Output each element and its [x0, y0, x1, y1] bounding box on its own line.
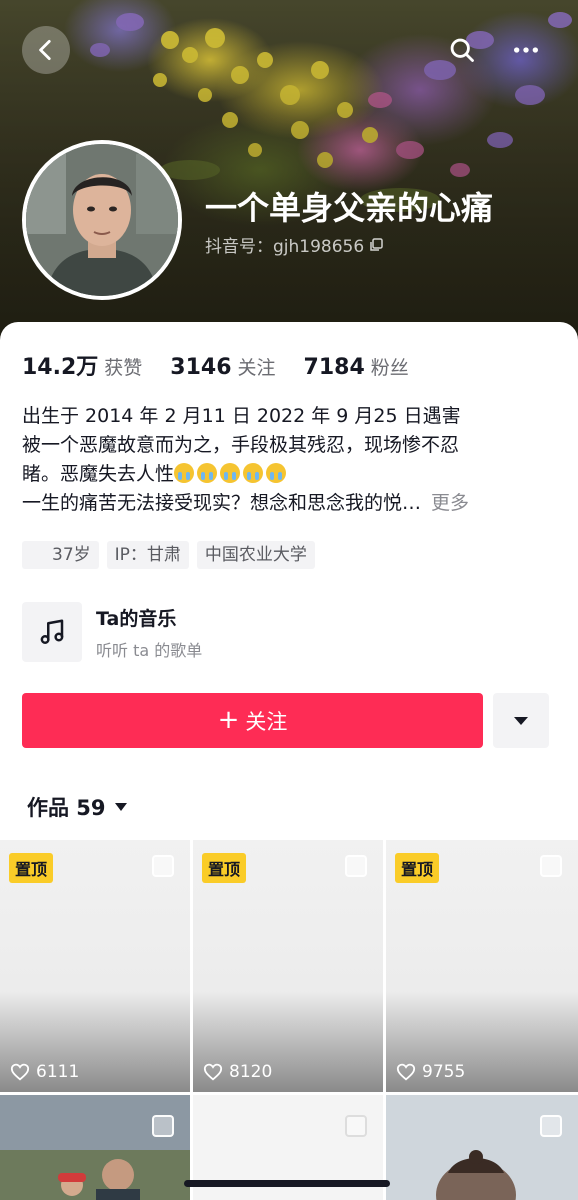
plus-icon: +	[217, 704, 240, 735]
pinned-badge: 置顶	[202, 853, 247, 883]
stat-likes-label: 获赞	[104, 357, 143, 379]
video-tile[interactable]: 置顶 9755	[386, 840, 578, 1092]
follow-button[interactable]: + 关注	[22, 693, 483, 748]
stat-followers[interactable]: 7184 粉丝	[304, 353, 409, 380]
tab-works[interactable]: 作品 59	[27, 792, 128, 822]
search-icon	[450, 38, 474, 62]
douyin-id[interactable]: 抖音号：gjh198656	[205, 232, 384, 257]
select-checkbox[interactable]	[540, 855, 562, 877]
bio-line-4-text: 一生的痛苦无法接受现实？想念和思念我的悦…	[22, 492, 422, 514]
heart-icon	[10, 1063, 30, 1081]
stat-following-label: 关注	[237, 357, 276, 379]
select-checkbox[interactable]	[345, 1115, 367, 1137]
video-likes: 8120	[203, 1062, 272, 1082]
recommend-dropdown-button[interactable]	[493, 693, 549, 748]
tag-age: 37岁	[22, 541, 99, 569]
music-entry[interactable]: Ta的音乐 听听 ta 的歌单	[22, 602, 202, 662]
select-checkbox[interactable]	[152, 1115, 174, 1137]
more-options-button[interactable]	[502, 26, 550, 74]
crying-emoji-icon	[197, 463, 218, 483]
tag-ip: IP：甘肃	[106, 541, 189, 569]
stat-followers-value: 7184	[303, 355, 365, 380]
bio-line-2: 被一个恶魔故意而为之，手段极其残忍，现场惨不忍	[22, 434, 460, 456]
tag-school[interactable]: 中国农业大学	[196, 541, 315, 569]
select-checkbox[interactable]	[152, 855, 174, 877]
bio-line-3: 睹。恶魔失去人性	[22, 460, 558, 489]
music-icon-box	[22, 602, 82, 662]
copy-icon[interactable]	[368, 237, 384, 253]
profile-name: 一个单身父亲的心痛	[205, 189, 494, 227]
pinned-badge: 置顶	[9, 853, 54, 883]
avatar-photo	[26, 144, 178, 296]
follow-label: 关注	[245, 709, 288, 734]
profile-card: 14.2万 获赞 3146 关注 7184 粉丝 出生于 2014 年 2 月1…	[0, 322, 578, 1200]
stat-following-value: 3146	[170, 355, 232, 380]
caret-down-icon	[114, 803, 127, 811]
heart-icon	[203, 1063, 223, 1081]
avatar[interactable]	[22, 140, 182, 300]
search-button[interactable]	[438, 26, 486, 74]
works-tab-label: 作品 59	[27, 796, 106, 820]
caret-down-icon	[514, 716, 528, 725]
video-tile[interactable]	[0, 1095, 190, 1200]
bio-line-3-text: 睹。恶魔失去人性	[22, 463, 175, 485]
video-likes: 9755	[396, 1062, 465, 1082]
video-thumbnail	[0, 1095, 190, 1200]
douyin-id-text: 抖音号：gjh198656	[205, 237, 365, 257]
more-dots-icon	[513, 47, 539, 53]
video-likes-count: 9755	[422, 1062, 466, 1082]
stat-following[interactable]: 3146 关注	[170, 353, 275, 380]
heart-icon	[396, 1063, 416, 1081]
crying-emoji-icon	[174, 463, 195, 483]
video-tile[interactable]: 置顶 6111	[0, 840, 190, 1092]
crying-emoji-icon	[243, 463, 264, 483]
profile-bio[interactable]: 出生于 2014 年 2 月11 日 2022 年 9 月25 日遇害 被一个恶…	[22, 402, 558, 518]
video-tile[interactable]: 置顶 8120	[193, 840, 383, 1092]
music-title: Ta的音乐	[96, 607, 177, 630]
video-likes: 6111	[10, 1062, 79, 1082]
video-thumbnail	[386, 1095, 578, 1200]
bio-line-4: 一生的痛苦无法接受现实？想念和思念我的悦… 更多	[22, 489, 558, 518]
music-subtitle: 听听 ta 的歌单	[96, 640, 203, 660]
music-note-icon	[40, 619, 64, 644]
video-tile[interactable]	[386, 1095, 578, 1200]
bio-more-link[interactable]: 更多	[431, 492, 469, 514]
stat-likes[interactable]: 14.2万 获赞	[22, 349, 142, 381]
select-checkbox[interactable]	[345, 855, 367, 877]
profile-tags: 37岁 IP：甘肃 中国农业大学	[22, 541, 315, 569]
pinned-badge: 置顶	[395, 853, 440, 883]
bio-line-1: 出生于 2014 年 2 月11 日 2022 年 9 月25 日遇害	[22, 405, 461, 427]
chevron-left-icon	[39, 39, 51, 61]
video-likes-count: 6111	[36, 1062, 80, 1082]
home-indicator[interactable]	[184, 1180, 390, 1187]
stat-followers-label: 粉丝	[370, 357, 409, 379]
profile-stats: 14.2万 获赞 3146 关注 7184 粉丝	[22, 349, 437, 381]
crying-emoji-icon	[266, 463, 287, 483]
stat-likes-value: 14.2万	[22, 355, 99, 380]
select-checkbox[interactable]	[540, 1115, 562, 1137]
crying-emoji-icon	[220, 463, 241, 483]
video-likes-count: 8120	[229, 1062, 273, 1082]
back-button[interactable]	[22, 26, 70, 74]
